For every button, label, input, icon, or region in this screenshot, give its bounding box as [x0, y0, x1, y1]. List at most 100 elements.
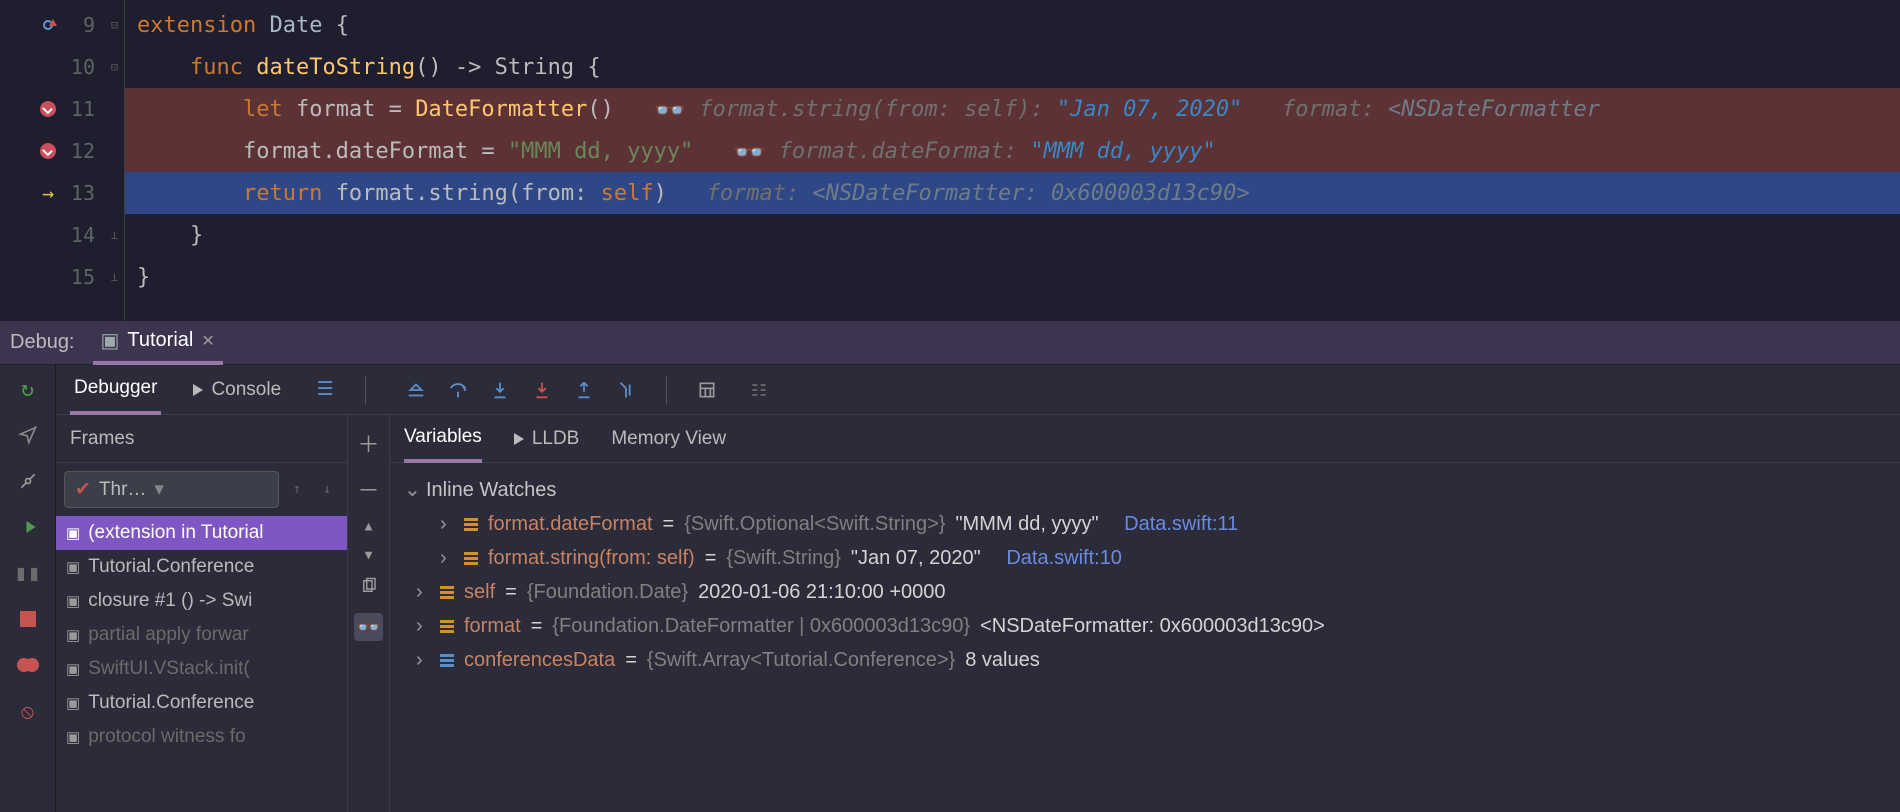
breakpoint-icon[interactable]	[39, 100, 57, 118]
force-step-into-button[interactable]	[530, 378, 554, 402]
step-over-button[interactable]	[446, 378, 470, 402]
frame-item[interactable]: ▣protocol witness fo	[56, 720, 347, 754]
view-breakpoints-button[interactable]	[14, 651, 42, 679]
step-out-button[interactable]	[572, 378, 596, 402]
frames-list[interactable]: ▣(extension in Tutorial ▣Tutorial.Confer…	[56, 516, 347, 754]
prev-frame-button[interactable]: ↑	[285, 482, 309, 497]
variables-panel: Variables LLDB Memory View ⌄Inline Watch…	[390, 415, 1900, 812]
line-number: 10	[65, 55, 95, 79]
code-keyword: extension	[137, 13, 256, 38]
variables-tree[interactable]: ⌄Inline Watches › format.dateFormat = {S…	[390, 463, 1900, 687]
line-number: 14	[65, 223, 95, 247]
pause-button[interactable]: ▮▮	[14, 559, 42, 587]
override-icon	[39, 16, 57, 34]
code-area[interactable]: extension Date { func dateToString() -> …	[125, 0, 1900, 321]
frame-item[interactable]: ▣partial apply forwar	[56, 618, 347, 652]
debugger-tab[interactable]: Debugger	[70, 365, 161, 415]
frames-label: Frames	[70, 428, 134, 450]
frame-icon: ▣	[66, 728, 80, 746]
line-number: 15	[65, 265, 95, 289]
debug-session-tab[interactable]: ▣ Tutorial ✕	[93, 321, 223, 365]
frame-item[interactable]: ▣closure #1 () -> Swi	[56, 584, 347, 618]
console-icon	[193, 384, 203, 396]
code-editor[interactable]: 9 10 11 12 → 13 14 15 ⊟ ⊟ ⊥ ⊥ extension D…	[0, 0, 1900, 321]
line-number: 9	[65, 13, 95, 37]
glasses-icon: 👓	[654, 96, 686, 126]
variable-row[interactable]: › conferencesData = {Swift.Array<Tutoria…	[404, 643, 1886, 677]
frame-item[interactable]: ▣(extension in Tutorial	[56, 516, 347, 550]
field-icon	[440, 586, 454, 599]
resume-button[interactable]	[14, 513, 42, 541]
inline-hint: format.dateFormat:	[779, 139, 1031, 164]
threads-icon[interactable]: ☰	[313, 378, 337, 402]
editor-gutter: 9 10 11 12 → 13 14 15	[0, 0, 105, 321]
variable-row[interactable]: › format.dateFormat = {Swift.Optional<Sw…	[404, 507, 1886, 541]
show-execution-point-button[interactable]	[404, 378, 428, 402]
field-icon	[464, 552, 478, 565]
execution-point-icon: →	[39, 184, 57, 202]
variable-row[interactable]: › format = {Foundation.DateFormatter | 0…	[404, 609, 1886, 643]
rerun-button[interactable]: ↻	[14, 375, 42, 403]
next-frame-button[interactable]: ↓	[315, 482, 339, 497]
variables-side-toolbar: ＋ － ▲ ▼ 👓	[348, 415, 390, 812]
frames-panel: Frames ✔ Thr… ▾ ↑ ↓ ▣(extension in Tutor…	[56, 415, 348, 812]
debug-session-name: Tutorial	[127, 329, 193, 352]
evaluate-expression-button[interactable]	[695, 378, 719, 402]
copy-button[interactable]	[360, 577, 378, 599]
variable-row[interactable]: › self = {Foundation.Date} 2020-01-06 21…	[404, 575, 1886, 609]
lldb-tab[interactable]: LLDB	[514, 415, 580, 463]
run-config-icon: ▣	[101, 328, 120, 353]
variable-row[interactable]: › format.string(from: self) = {Swift.Str…	[404, 541, 1886, 575]
close-icon[interactable]: ✕	[201, 331, 214, 351]
thread-selector[interactable]: ✔ Thr… ▾	[64, 471, 279, 508]
frame-item[interactable]: ▣SwiftUI.VStack.init(	[56, 652, 347, 686]
navigate-button[interactable]	[14, 421, 42, 449]
line-number: 12	[65, 139, 95, 163]
source-location[interactable]: Data.swift:11	[1124, 507, 1238, 541]
lldb-icon	[514, 433, 524, 445]
mute-breakpoints-button[interactable]: ⦸	[14, 697, 42, 725]
frame-item[interactable]: ▣Tutorial.Conference	[56, 686, 347, 720]
frame-icon: ▣	[66, 626, 80, 644]
array-icon	[440, 654, 454, 667]
inline-hint: format.string(from: self):	[699, 97, 1057, 122]
frame-icon: ▣	[66, 694, 80, 712]
frame-icon: ▣	[66, 558, 80, 576]
line-number: 13	[65, 181, 95, 205]
fold-column: ⊟ ⊟ ⊥ ⊥	[105, 0, 125, 321]
fold-end-icon: ⊥	[111, 270, 118, 284]
variables-tab[interactable]: Variables	[404, 415, 482, 463]
debug-tool-window-header: Debug: ▣ Tutorial ✕	[0, 321, 1900, 365]
code-type: Date	[256, 13, 335, 38]
add-watch-button[interactable]: ＋	[357, 427, 379, 459]
settings-button[interactable]	[14, 467, 42, 495]
memory-view-tab[interactable]: Memory View	[611, 415, 726, 463]
remove-watch-button[interactable]: －	[357, 473, 379, 505]
run-to-cursor-button[interactable]	[614, 378, 638, 402]
field-icon	[464, 518, 478, 531]
frame-icon: ▣	[66, 660, 80, 678]
frame-icon: ▣	[66, 592, 80, 610]
fold-end-icon: ⊥	[111, 228, 118, 242]
fold-icon[interactable]: ⊟	[111, 60, 118, 74]
chevron-down-icon: ▾	[154, 478, 164, 501]
line-number: 11	[65, 97, 95, 121]
debug-left-rail: ↻ ▮▮ ⦸	[0, 365, 56, 812]
trace-button[interactable]	[747, 378, 771, 402]
frame-item[interactable]: ▣Tutorial.Conference	[56, 550, 347, 584]
frame-icon: ▣	[66, 524, 80, 542]
inline-hint: format:	[707, 181, 813, 206]
debug-label: Debug:	[10, 331, 75, 354]
step-into-button[interactable]	[488, 378, 512, 402]
field-icon	[440, 620, 454, 633]
fold-icon[interactable]: ⊟	[111, 18, 118, 32]
source-location[interactable]: Data.swift:10	[1006, 541, 1122, 575]
move-up-button[interactable]: ▲	[365, 519, 373, 534]
breakpoint-icon[interactable]	[39, 142, 57, 160]
stop-button[interactable]	[14, 605, 42, 633]
console-tab[interactable]: Console	[189, 365, 285, 415]
glasses-icon: 👓	[733, 138, 765, 168]
show-watches-button[interactable]: 👓	[354, 613, 383, 641]
inline-watches-header[interactable]: ⌄Inline Watches	[404, 473, 1886, 507]
move-down-button[interactable]: ▼	[365, 548, 373, 563]
